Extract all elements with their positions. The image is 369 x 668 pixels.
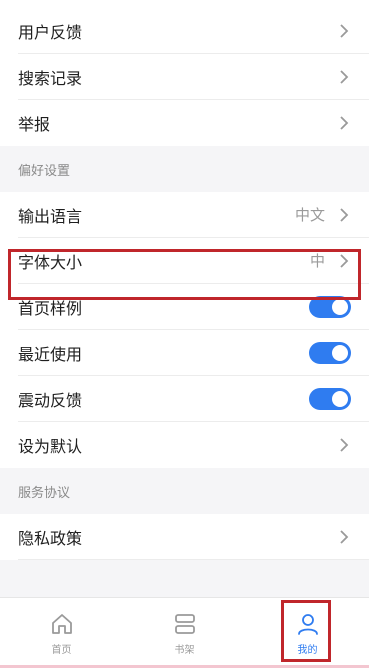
- vibration-feedback-toggle[interactable]: [309, 387, 351, 410]
- service-group: 隐私政策: [0, 514, 369, 560]
- settings-row-output-language[interactable]: 输出语言 中文: [18, 192, 369, 238]
- section-header-service: 服务协议: [0, 468, 369, 514]
- row-label: 用户反馈: [18, 22, 83, 42]
- chevron-right-icon: [340, 253, 349, 268]
- preferences-group: 输出语言 中文 字体大小 中 首页样例 最近使用 震动反馈 设为默认: [0, 192, 369, 468]
- row-label: 字体大小: [18, 252, 83, 272]
- bookshelf-icon: [174, 613, 195, 634]
- settings-row-home-sample: 首页样例: [18, 284, 369, 330]
- profile-icon: [297, 613, 318, 635]
- row-right: 中文: [295, 204, 351, 225]
- recent-use-toggle[interactable]: [309, 341, 351, 364]
- chevron-right-icon: [340, 207, 349, 222]
- settings-row-font-size[interactable]: 字体大小 中: [18, 238, 369, 284]
- settings-row-report[interactable]: 举报: [18, 100, 369, 146]
- section-header-preferences: 偏好设置: [0, 146, 369, 192]
- row-value: 中: [309, 252, 325, 270]
- row-label: 震动反馈: [18, 390, 83, 410]
- chevron-right-icon: [340, 116, 349, 130]
- chevron-right-icon: [340, 69, 349, 84]
- tab-bookshelf[interactable]: 书架: [123, 598, 246, 668]
- chevron-right-icon: [340, 438, 349, 452]
- top-group: 用户反馈 搜索记录 举报: [0, 0, 369, 146]
- home-icon: [51, 613, 72, 634]
- row-value: 中文: [294, 206, 325, 224]
- tab-label: 我的: [297, 644, 318, 656]
- settings-row-recent-use: 最近使用: [18, 330, 369, 376]
- row-label: 最近使用: [18, 344, 83, 364]
- row-label: 隐私政策: [18, 528, 83, 548]
- settings-row-set-default[interactable]: 设为默认: [18, 422, 369, 468]
- tab-label: 书架: [174, 644, 195, 656]
- chevron-right-icon: [340, 23, 349, 38]
- row-label: 搜索记录: [18, 68, 83, 88]
- chevron-right-icon: [340, 529, 349, 544]
- settings-screen: 用户反馈 搜索记录 举报 偏好设置 输出语言 中文 字体大小 中 首页样例 最近…: [0, 0, 369, 560]
- tab-home[interactable]: 首页: [0, 598, 123, 668]
- tab-profile[interactable]: 我的: [246, 598, 369, 668]
- tab-label: 首页: [51, 644, 72, 656]
- settings-row-feedback[interactable]: 用户反馈: [18, 8, 369, 54]
- row-label: 举报: [18, 115, 51, 134]
- settings-row-privacy-policy[interactable]: 隐私政策: [18, 514, 369, 560]
- row-right: 中: [310, 250, 351, 271]
- row-label: 输出语言: [18, 206, 83, 226]
- bottom-tab-bar: 首页 书架 我的: [0, 597, 369, 668]
- row-label: 设为默认: [18, 437, 83, 456]
- home-sample-toggle[interactable]: [309, 295, 351, 318]
- row-label: 首页样例: [18, 298, 83, 318]
- settings-row-search-history[interactable]: 搜索记录: [18, 54, 369, 100]
- settings-row-vibration: 震动反馈: [18, 376, 369, 422]
